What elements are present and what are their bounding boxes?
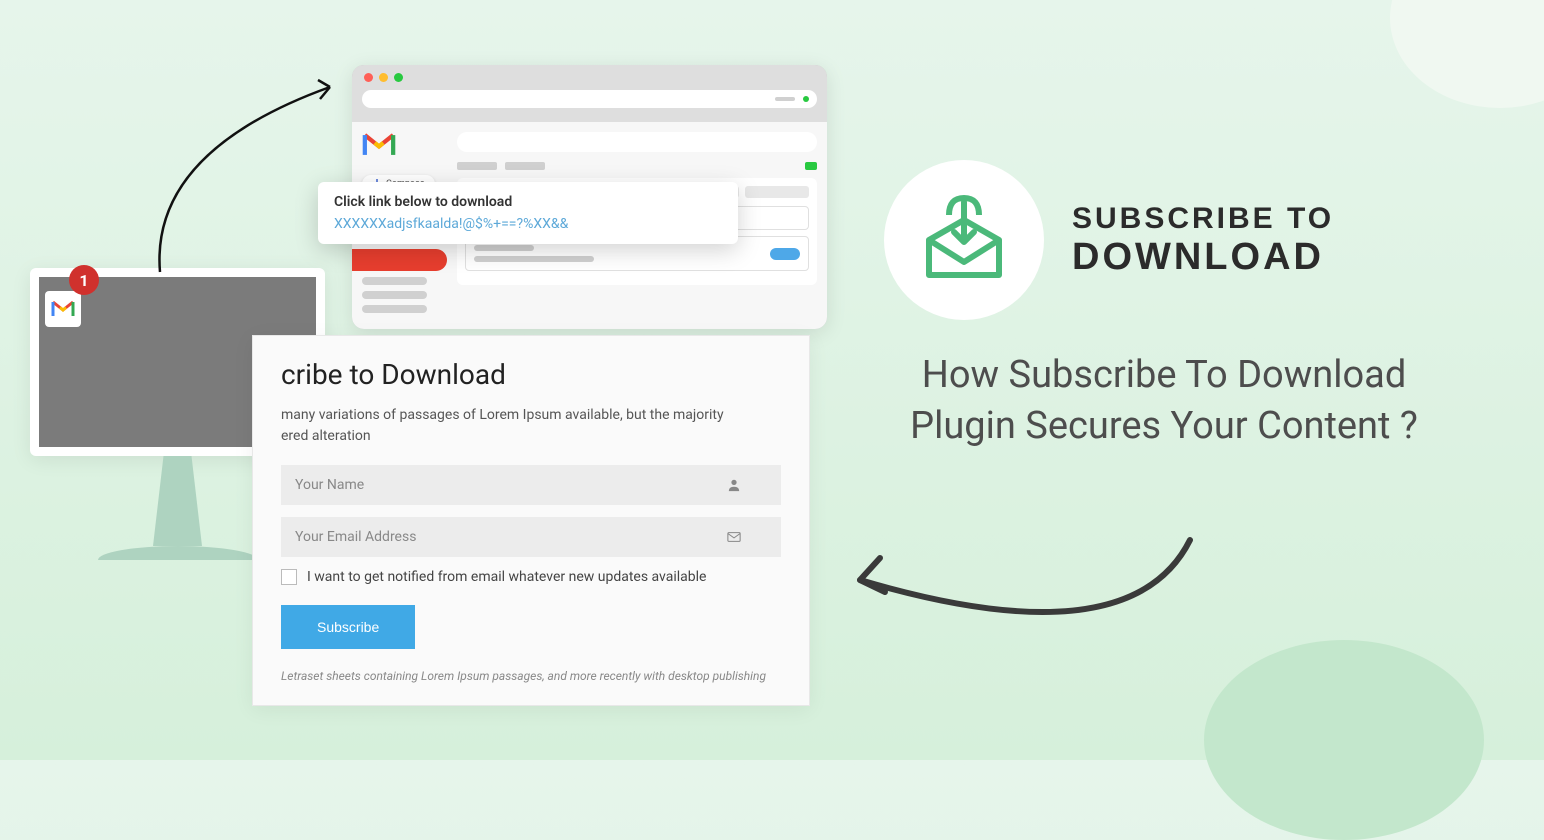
brand-logo-icon bbox=[884, 160, 1044, 320]
decorative-blob bbox=[1204, 640, 1484, 840]
brand-text-bottom: DOWNLOAD bbox=[1072, 236, 1334, 279]
sidebar-item[interactable] bbox=[362, 291, 427, 299]
subscribe-button[interactable]: Subscribe bbox=[281, 605, 415, 649]
checkbox-icon[interactable] bbox=[281, 569, 297, 585]
form-title: cribe to Download bbox=[281, 358, 781, 391]
sidebar-item-active[interactable] bbox=[352, 249, 447, 271]
gmail-icon bbox=[45, 291, 81, 327]
brand-lockup: SUBSCRIBE TO DOWNLOAD bbox=[884, 160, 1444, 320]
gmail-logo-icon bbox=[362, 132, 447, 162]
window-maximize-icon bbox=[394, 73, 403, 82]
user-icon bbox=[727, 478, 741, 492]
arrow-icon bbox=[830, 530, 1210, 680]
notify-checkbox[interactable]: I want to get notified from email whatev… bbox=[281, 569, 781, 585]
browser-titlebar bbox=[352, 65, 827, 90]
download-link-popover: Click link below to download XXXXXXadjsf… bbox=[318, 182, 738, 244]
window-close-icon bbox=[364, 73, 373, 82]
name-input[interactable]: Your Name bbox=[281, 465, 781, 505]
subscribe-form: cribe to Download many variations of pas… bbox=[252, 335, 810, 706]
window-minimize-icon bbox=[379, 73, 388, 82]
envelope-icon bbox=[727, 531, 741, 543]
email-input[interactable]: Your Email Address bbox=[281, 517, 781, 557]
notification-badge: 1 bbox=[69, 265, 99, 295]
sidebar-item[interactable] bbox=[362, 305, 427, 313]
decorative-blob bbox=[1390, 0, 1544, 108]
headline-text: How Subscribe To Download Plugin Secures… bbox=[884, 350, 1444, 453]
checkbox-label: I want to get notified from email whatev… bbox=[307, 569, 706, 585]
form-footer-note: Letraset sheets containing Lorem Ipsum p… bbox=[281, 669, 781, 683]
download-link[interactable]: XXXXXXadjsfkaalda!@$%+==?%XX&& bbox=[334, 216, 722, 232]
search-bar[interactable] bbox=[457, 132, 817, 152]
popover-title: Click link below to download bbox=[334, 194, 722, 210]
url-bar bbox=[362, 90, 817, 108]
arrow-icon bbox=[130, 72, 360, 282]
form-description: many variations of passages of Lorem Ips… bbox=[281, 405, 781, 447]
sidebar-item[interactable] bbox=[362, 277, 427, 285]
brand-text-top: SUBSCRIBE TO bbox=[1072, 202, 1334, 236]
